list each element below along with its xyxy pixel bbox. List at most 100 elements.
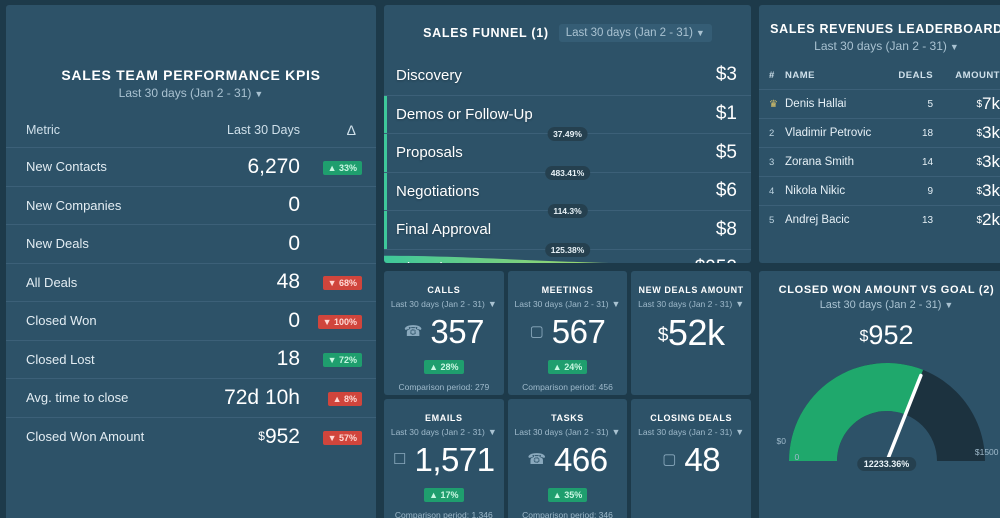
funnel-stage-row[interactable]: Discovery$3 — [384, 56, 751, 95]
lb-rank: 2 — [759, 119, 785, 148]
kpi-row: Closed Won0▼ 100% — [6, 302, 376, 341]
funnel-stage-value: $6 — [716, 180, 751, 202]
tile-main: ▢567 — [508, 315, 628, 348]
tile-main: ▢48 — [631, 443, 751, 476]
chevron-down-icon: ▼ — [735, 299, 744, 309]
kpi-row: Closed Won Amount$952▼ 57% — [6, 417, 376, 456]
lb-currency: $ — [976, 215, 982, 226]
tile-period-selector[interactable]: Last 30 days (Jan 2 - 31)▼ — [638, 427, 744, 437]
kpi-metric-value: 6,270 — [180, 148, 314, 187]
kpi-col-metric: Metric — [6, 122, 180, 148]
funnel-stage-row[interactable]: Demos or Follow-Up$137.49% — [384, 95, 751, 134]
gauge-svg — [767, 353, 1000, 473]
metric-tile[interactable]: TASKSLast 30 days (Jan 2 - 31)▼☎466▲ 35%… — [508, 399, 628, 518]
lb-deals: 5 — [889, 90, 943, 119]
metric-tile[interactable]: CLOSING DEALS Last 30 days (Jan 2 - 31)▼ ▢… — [631, 399, 751, 518]
lb-currency: $ — [976, 128, 982, 139]
lb-col-amount: AMOUNT — [943, 70, 1000, 90]
kpi-metric-name: New Companies — [6, 186, 180, 225]
tile-title: MEETINGS — [542, 285, 594, 295]
tile-title: CALLS — [427, 285, 460, 295]
kpi-metric-name: New Contacts — [6, 148, 180, 187]
leaderboard-panel: SALES REVENUES LEADERBOARD Last 30 days … — [759, 5, 1000, 263]
chevron-down-icon: ▼ — [696, 28, 705, 38]
gauge-period-label: Last 30 days (Jan 2 - 31) — [820, 299, 942, 311]
kpi-panel-title: SALES TEAM PERFORMANCE KPIS — [6, 67, 376, 83]
gauge-value: $952 — [860, 320, 914, 351]
chevron-down-icon: ▼ — [735, 427, 744, 437]
kpi-row: Avg. time to close72d 10h▲ 8% — [6, 379, 376, 418]
kpi-metric-value: 0 — [180, 186, 314, 225]
kpi-delta-badge: ▲ 8% — [328, 392, 362, 406]
chevron-down-icon: ▼ — [488, 427, 497, 437]
gauge-period-selector[interactable]: Last 30 days (Jan 2 - 31)▼ — [820, 299, 954, 311]
lb-col-deals: DEALS — [889, 70, 943, 90]
tile-main: ☎ 466 — [508, 443, 628, 476]
leaderboard-row[interactable]: 3Zorana Smith14$3k — [759, 148, 1000, 177]
funnel-panel-title: SALES FUNNEL (1) — [423, 26, 549, 40]
kpi-currency: $ — [258, 429, 265, 443]
leaderboard-row[interactable]: 5Andrej Bacic13$2k — [759, 206, 1000, 235]
tile-period-selector[interactable]: Last 30 days (Jan 2 - 31)▼ — [515, 427, 621, 437]
metric-tile[interactable]: MEETINGS Last 30 days (Jan 2 - 31)▼ ▢567 ▲ … — [508, 271, 628, 395]
kpi-col-delta: Δ — [314, 122, 376, 148]
tile-delta-badge: ▲ 24% — [548, 360, 587, 374]
headset-icon: ☎ — [527, 452, 546, 467]
briefcase-icon: ▢ — [662, 452, 676, 467]
tile-period-selector[interactable]: Last 30 days (Jan 2 - 31)▼ — [391, 299, 497, 309]
kpi-delta-cell: ▼ 100% — [314, 302, 376, 341]
tile-delta-badge: ▲ 35% — [548, 488, 587, 502]
tile-title: EMAILS — [425, 413, 463, 423]
leaderboard-row[interactable]: 4Nikola Nikic9$3k — [759, 177, 1000, 206]
tile-period-selector[interactable]: Last 30 days (Jan 2 - 31)▼ — [391, 427, 497, 437]
kpi-delta-cell: ▼ 72% — [314, 340, 376, 379]
lb-rank: 5 — [759, 206, 785, 235]
leaderboard-row[interactable]: 2Vladimir Petrovic18$3k — [759, 119, 1000, 148]
tile-title: CLOSING DEALS — [650, 413, 732, 423]
funnel-stage-value: $1 — [716, 103, 751, 125]
kpi-period-label: Last 30 days (Jan 2 - 31) — [119, 86, 252, 100]
kpi-metric-name: Closed Lost — [6, 340, 180, 379]
leaderboard-row[interactable]: ♛Denis Hallai5$7k — [759, 90, 1000, 119]
tile-period-selector[interactable]: Last 30 days (Jan 2 - 31)▼ — [638, 299, 744, 309]
kpi-period-selector[interactable]: Last 30 days (Jan 2 - 31)▼ — [6, 86, 376, 100]
metric-tile[interactable]: NEW DEALS AMOUNTLast 30 days (Jan 2 - 31… — [631, 271, 751, 395]
briefcase-icon: ▢ — [530, 324, 544, 339]
tile-delta: ▲ 17% — [424, 485, 463, 503]
lb-amount: $3k — [943, 148, 1000, 177]
kpi-delta-cell: ▲ 8% — [314, 379, 376, 418]
funnel-stage-label: Closed Won — [384, 260, 477, 263]
tile-comparison: Comparison period: 346 — [522, 510, 613, 518]
tile-value: 466 — [554, 443, 608, 476]
leaderboard-period-label: Last 30 days (Jan 2 - 31) — [814, 39, 947, 53]
tile-delta: ▲ 24% — [548, 357, 587, 375]
funnel-period-selector[interactable]: Last 30 days (Jan 2 - 31)▼ — [559, 24, 712, 42]
metric-tile[interactable]: CALLSLast 30 days (Jan 2 - 31)▼☎357▲ 28%… — [384, 271, 504, 395]
lb-col-rank: # — [759, 70, 785, 90]
metric-tile[interactable]: EMAILSLast 30 days (Jan 2 - 31)▼☐1,571▲ … — [384, 399, 504, 518]
headset-icon: ☎ — [404, 324, 423, 339]
funnel-panel-header: SALES FUNNEL (1) Last 30 days (Jan 2 - 3… — [384, 5, 751, 56]
kpi-metric-name: New Deals — [6, 225, 180, 264]
lb-amount: $3k — [943, 177, 1000, 206]
tile-currency: $ — [658, 325, 668, 346]
leaderboard-period-selector[interactable]: Last 30 days (Jan 2 - 31)▼ — [759, 39, 1000, 53]
lb-rank: 3 — [759, 148, 785, 177]
tile-delta: ▲ 28% — [424, 357, 463, 375]
gauge-max-label: $1500 — [975, 447, 999, 457]
lb-rank: ♛ — [759, 90, 785, 119]
tile-period-selector[interactable]: Last 30 days (Jan 2 - 31)▼ — [515, 299, 621, 309]
lb-deals: 9 — [889, 177, 943, 206]
kpi-metric-value: $952 — [180, 417, 314, 456]
kpi-metric-value: 18 — [180, 340, 314, 379]
tile-value: $52k — [658, 315, 725, 351]
lb-name: Zorana Smith — [785, 148, 889, 177]
kpi-delta-cell: ▼ 57% — [314, 417, 376, 456]
kpi-delta-badge: ▼ 100% — [318, 315, 362, 329]
kpi-col-value: Last 30 Days — [180, 122, 314, 148]
gauge-value-number: 952 — [868, 320, 913, 350]
metric-tile-grid: CALLSLast 30 days (Jan 2 - 31)▼☎357▲ 28%… — [384, 271, 751, 518]
leaderboard-header-row: # NAME DEALS AMOUNT — [759, 70, 1000, 90]
chevron-down-icon: ▼ — [612, 427, 621, 437]
funnel-stage-label: Final Approval — [384, 221, 491, 238]
